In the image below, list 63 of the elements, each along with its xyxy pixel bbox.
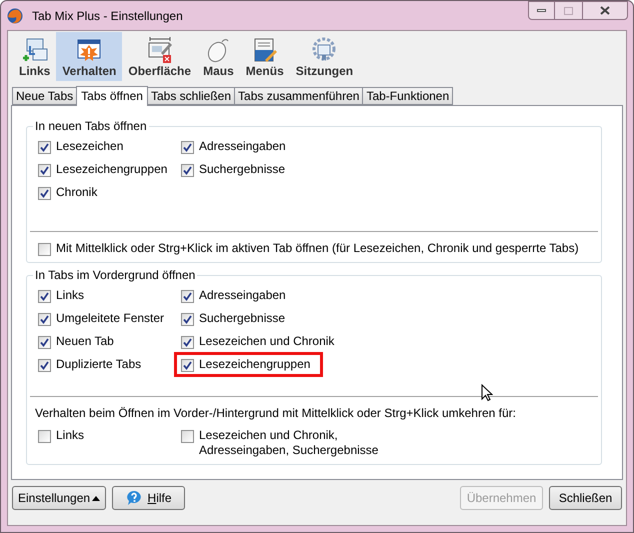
checkbox[interactable] — [181, 141, 194, 154]
gear-page-icon — [310, 36, 338, 64]
checkbox[interactable] — [38, 290, 51, 303]
checkbox-label: Lesezeichengruppen — [56, 162, 168, 177]
menu-button[interactable]: Einstellungen — [12, 486, 106, 510]
dialog-button[interactable]: Schließen — [549, 486, 622, 510]
checkbox[interactable] — [181, 336, 194, 349]
checkbox-label: Neuen Tab — [56, 334, 114, 349]
minimize-button[interactable] — [528, 1, 555, 20]
toolbar-button[interactable]: Links — [13, 32, 56, 81]
checkbox[interactable] — [181, 430, 194, 443]
screen-edit-icon — [146, 36, 174, 64]
checkbox-label: Lesezeichen — [56, 139, 124, 154]
toolbar-button[interactable]: Sitzungen — [290, 32, 360, 81]
caret-icon — [92, 496, 100, 500]
checkbox-label: Lesezeichengruppen — [199, 357, 310, 372]
checkbox-label: Adresseingaben — [199, 288, 286, 303]
checkbox[interactable] — [38, 243, 51, 256]
checkbox-label: Suchergebnisse — [199, 162, 286, 177]
checkbox-label: Links — [56, 288, 84, 303]
close-button[interactable] — [582, 1, 628, 20]
checkbox-label: Mit Mittelklick oder Strg+Klick im aktiven Tab öffnen (für Lesezeichen, Chronik und gesperrte Tabs) — [56, 241, 579, 256]
fox-globe-icon — [7, 8, 23, 24]
group-title: In neuen Tabs öffnen — [34, 119, 148, 133]
checkbox[interactable] — [38, 164, 51, 177]
group-title: In Tabs im Vordergrund öffnen — [34, 268, 196, 282]
help-icon — [126, 490, 142, 506]
toolbar-button[interactable]: Menüs — [240, 32, 290, 81]
tab[interactable]: Neue Tabs — [12, 87, 78, 105]
checkbox[interactable] — [38, 430, 51, 443]
tab[interactable]: Tabs schließen — [146, 87, 236, 105]
maximize-icon — [564, 6, 573, 14]
checkbox[interactable] — [38, 141, 51, 154]
mouse-pointer-icon — [481, 384, 493, 402]
window-title: Tab Mix Plus - Einstellungen — [32, 8, 183, 24]
maximize-button[interactable] — [555, 1, 582, 20]
minimize-icon — [537, 9, 546, 12]
toolbar-button[interactable]: Oberfläche — [122, 32, 198, 81]
checkbox[interactable] — [181, 290, 194, 303]
checkbox-label: Suchergebnisse — [199, 311, 286, 326]
checkbox[interactable] — [181, 164, 194, 177]
checkbox-label: Links — [56, 428, 84, 443]
checkbox[interactable] — [38, 187, 51, 200]
close-icon — [600, 6, 610, 15]
checkbox[interactable] — [181, 313, 194, 326]
tab[interactable]: Tabs öffnen — [76, 86, 148, 106]
checkbox-label: Lesezeichen und Chronik — [199, 334, 334, 349]
checkbox[interactable] — [181, 359, 194, 372]
tab[interactable]: Tab-Funktionen — [362, 87, 454, 105]
toolbar-button[interactable]: Verhalten — [56, 32, 122, 81]
checkbox-label: Lesezeichen und Chronik, Adresseingaben, Suchergebnisse — [199, 428, 378, 458]
checkbox[interactable] — [38, 313, 51, 326]
checkbox[interactable] — [38, 336, 51, 349]
toolbar-button[interactable]: Maus — [197, 32, 240, 81]
section-heading: Verhalten beim Öffnen im Vorder-/Hintergrund mit Mittelklick oder Strg+Klick umkehren für: — [35, 406, 517, 421]
checkbox-label: Chronik — [56, 185, 98, 200]
checkbox-label: Adresseingaben — [199, 139, 286, 154]
checkbox-label: Umgeleitete Fenster — [56, 311, 164, 326]
checkbox-label: Duplizierte Tabs — [56, 357, 142, 372]
linked-pages-icon — [20, 36, 49, 64]
checkbox[interactable] — [38, 359, 51, 372]
tab[interactable]: Tabs zusammenführen — [234, 87, 364, 105]
help-button[interactable]: Hilfe — [112, 486, 186, 510]
